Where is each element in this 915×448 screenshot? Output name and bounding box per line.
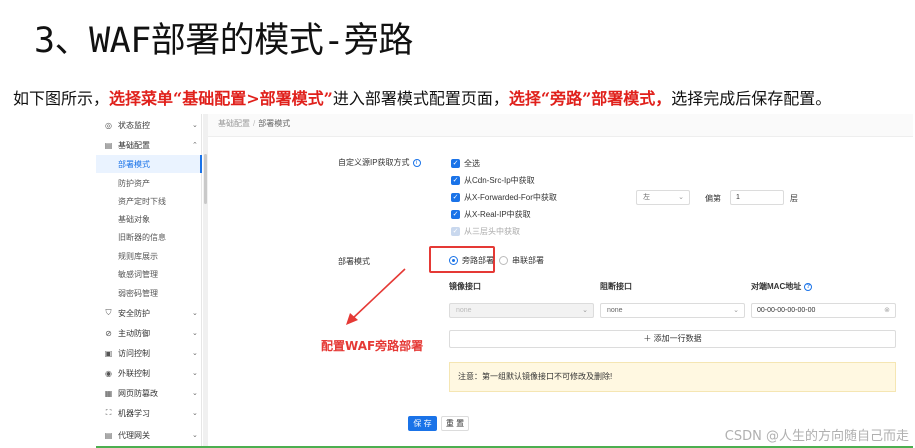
chevron-down-icon: ⌄ — [192, 410, 198, 417]
reset-button[interactable]: 重 置 — [441, 416, 469, 431]
checkbox-layer3-header: ✓ 从三层头中获取 — [451, 227, 520, 236]
col-mirror-interface: 镜像接口 — [449, 282, 481, 291]
chevron-down-icon: ⌄ — [192, 390, 198, 397]
chevron-down-icon: ⌄ — [192, 330, 198, 337]
breadcrumb-parent[interactable]: 基础配置 — [218, 119, 250, 128]
offset-input[interactable]: 1 — [730, 190, 784, 205]
chevron-up-icon: ⌃ — [192, 142, 198, 149]
block-interface-select[interactable]: none ⌄ — [600, 303, 745, 318]
tamper-icon: ▦ — [104, 388, 113, 398]
breadcrumb-current: 部署模式 — [258, 119, 291, 128]
chevron-down-icon: ⌄ — [192, 370, 198, 377]
submenu-deploy-mode[interactable]: 部署模式 — [96, 155, 202, 173]
offset-unit: 层 — [790, 194, 798, 203]
submenu-breaker-info[interactable]: 旧断器的信息 — [96, 228, 202, 246]
menu-proxy-gateway[interactable]: ▤ 代理网关 ⌄ — [96, 426, 202, 444]
mirror-interface-select: none ⌄ — [449, 303, 594, 318]
submenu-rule-library[interactable]: 规则库展示 — [96, 247, 202, 265]
info-icon[interactable]: i — [412, 158, 421, 167]
shield-icon: ⛉ — [105, 308, 112, 317]
submenu-sensitive-words[interactable]: 敏感词管理 — [96, 265, 202, 283]
add-row-button[interactable]: ＋ 添加一行数据 — [449, 330, 896, 348]
annotation-arrow — [346, 268, 406, 325]
menu-access-control[interactable]: ▣ 访问控制 ⌄ — [96, 344, 202, 362]
config-icon: ▤ — [104, 140, 113, 150]
submenu-asset-offline[interactable]: 资产定时下线 — [96, 192, 202, 210]
ip-source-label: 自定义源IP获取方式 i — [338, 157, 421, 168]
gateway-icon: ▤ — [104, 430, 113, 440]
submenu-basic-objects[interactable]: 基础对象 — [96, 210, 202, 228]
check-icon: ✓ — [451, 159, 460, 168]
radio-selected-icon — [449, 256, 458, 265]
menu-status-monitor[interactable]: ◎ 状态监控 ⌄ — [96, 116, 202, 134]
col-peer-mac: 对端MAC地址? — [751, 281, 813, 292]
menu-tamper-protect[interactable]: ▦ 网页防篡改 ⌄ — [96, 384, 202, 402]
menu-machine-learning[interactable]: ⛶ 机器学习 ⌄ — [96, 404, 202, 422]
checkbox-x-forwarded-for[interactable]: ✓ 从X-Forwarded-For中获取 — [451, 192, 557, 203]
check-icon: ✓ — [451, 227, 460, 236]
sidebar: ◎ 状态监控 ⌄ ▤ 基础配置 ⌃ 部署模式 防护资产 资产定时下线 基础对象 … — [96, 114, 202, 448]
chevron-down-icon: ⌄ — [192, 122, 198, 129]
slide-title: 3、WAF部署的模式-旁路 — [34, 21, 413, 61]
slide-description: 如下图所示，选择菜单“基础配置>部署模式”进入部署模式配置页面，选择“旁路”部署… — [13, 88, 908, 109]
submenu-assets[interactable]: 防护资产 — [96, 174, 202, 192]
desc-highlight-mode: 选择“旁路”部署模式， — [508, 89, 672, 108]
menu-security[interactable]: ⛉ 安全防护 ⌄ — [96, 304, 202, 322]
offset-label: 偏第 — [705, 194, 721, 203]
menu-active-defense[interactable]: ⊘ 主动防御 ⌄ — [96, 324, 202, 342]
direction-select[interactable]: 左 ⌄ — [636, 190, 690, 205]
annotation-label: 配置WAF旁路部署 — [321, 339, 424, 353]
chevron-down-icon: ⌄ — [192, 350, 198, 357]
radio-unselected-icon — [499, 256, 508, 265]
peer-mac-input[interactable]: 00-00-00-00-00-00 ⊗ — [751, 303, 896, 318]
checkbox-x-real-ip[interactable]: ✓ 从X-Real-IP中获取 — [451, 209, 531, 220]
col-block-interface: 阻断接口 — [600, 282, 632, 291]
chevron-down-icon: ⌄ — [192, 432, 198, 439]
main-content: 基础配置 / 部署模式 自定义源IP获取方式 i ✓ 全选 ✓ 从Cdn-Src-Ip中获… — [208, 114, 913, 448]
chevron-down-icon: ⌄ — [192, 310, 198, 317]
csdn-watermark: CSDN @人生的方向随自己而走 — [724, 429, 909, 444]
ml-icon: ⛶ — [105, 408, 112, 417]
check-icon: ✓ — [451, 193, 460, 202]
chevron-down-icon: ⌄ — [582, 307, 588, 314]
submenu-weak-password[interactable]: 弱密码管理 — [96, 284, 202, 302]
arrow-line — [351, 268, 406, 320]
desc-highlight-menu: 选择菜单“基础配置>部署模式” — [109, 89, 333, 108]
checkbox-cdn-src-ip[interactable]: ✓ 从Cdn-Src-Ip中获取 — [451, 175, 535, 186]
menu-outbound-control[interactable]: ◉ 外联控制 ⌄ — [96, 364, 202, 382]
check-icon: ✓ — [451, 210, 460, 219]
menu-basic-config[interactable]: ▤ 基础配置 ⌃ — [96, 136, 202, 154]
scrollbar-thumb[interactable] — [204, 154, 207, 204]
config-panel: 自定义源IP获取方式 i ✓ 全选 ✓ 从Cdn-Src-Ip中获取 ✓ 从X-Forw… — [208, 136, 913, 448]
check-icon: ✓ — [451, 176, 460, 185]
desc-text-2: 进入部署模式配置页面， — [332, 89, 509, 108]
breadcrumb: 基础配置 / 部署模式 — [218, 119, 291, 128]
info-icon[interactable]: ? — [804, 282, 813, 291]
waf-screenshot: ◎ 状态监控 ⌄ ▤ 基础配置 ⌃ 部署模式 防护资产 资产定时下线 基础对象 … — [96, 114, 913, 448]
defense-icon: ⊘ — [105, 328, 112, 338]
monitor-icon: ◎ — [105, 120, 112, 130]
radio-bypass-mode[interactable]: 旁路部署 — [449, 255, 494, 266]
chevron-down-icon: ⌄ — [733, 307, 739, 314]
radio-serial-mode[interactable]: 串联部署 — [499, 255, 544, 266]
chevron-down-icon: ⌄ — [678, 194, 684, 201]
checkbox-select-all[interactable]: ✓ 全选 — [451, 158, 480, 169]
desc-text-3: 选择完成后保存配置。 — [671, 89, 832, 108]
notice-banner: 注意：第一组默认镜像接口不可修改及删除! — [449, 362, 896, 392]
clear-icon[interactable]: ⊗ — [884, 304, 890, 317]
desc-text-1: 如下图所示， — [13, 89, 110, 108]
save-button[interactable]: 保 存 — [408, 416, 437, 431]
access-icon: ▣ — [104, 348, 113, 358]
outbound-icon: ◉ — [105, 368, 112, 378]
